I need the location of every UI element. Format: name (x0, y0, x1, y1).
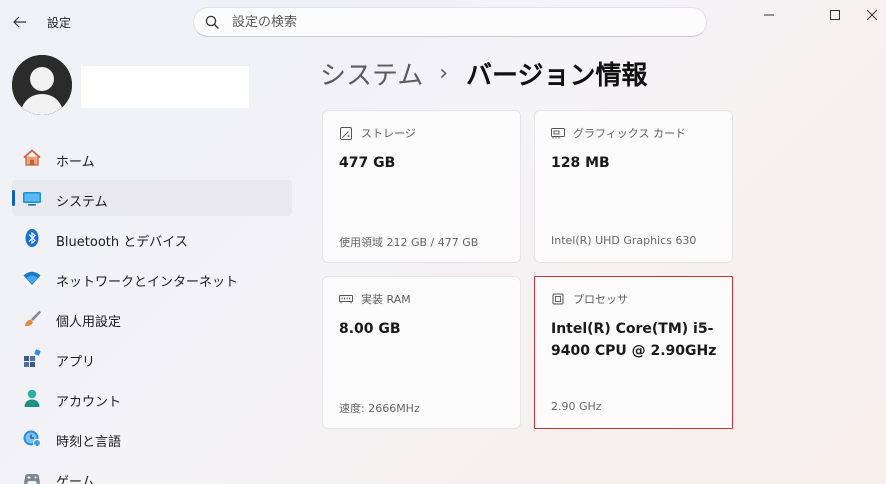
bluetooth-icon (22, 228, 42, 248)
title-bar: 設定 (0, 0, 886, 44)
sidebar-item-label: アカウント (56, 395, 122, 410)
sidebar-item-label: ネットワークとインターネット (56, 275, 239, 290)
account-icon (22, 388, 42, 408)
graphics-card-card[interactable]: グラフィックス カード 128 MB Intel(R) UHD Graphics… (534, 110, 733, 263)
ram-card[interactable]: 実装 RAM 8.00 GB 速度: 2666MHz (322, 276, 521, 429)
system-icon (22, 188, 42, 208)
card-title: 実装 RAM (361, 293, 411, 306)
card-subtext: 速度: 2666MHz (339, 402, 420, 415)
apps-icon (22, 348, 42, 368)
sidebar-item-network[interactable]: ネットワークとインターネット (12, 260, 292, 296)
ram-icon (339, 292, 353, 306)
sidebar-item-label: ゲーム (56, 475, 95, 484)
app-title: 設定 (47, 16, 72, 30)
maximize-button[interactable] (812, 0, 858, 30)
storage-icon (339, 126, 353, 140)
card-title: グラフィックス カード (573, 127, 686, 140)
breadcrumb: システム › バージョン情報 (320, 55, 648, 91)
card-title: ストレージ (361, 127, 416, 140)
sidebar-item-label: 個人用設定 (56, 315, 122, 330)
back-button[interactable] (6, 8, 34, 36)
sidebar-item-label: Bluetooth とデバイス (56, 235, 188, 250)
card-header: グラフィックス カード (551, 125, 686, 141)
card-subtext: 使用領域 212 GB / 477 GB (339, 236, 479, 249)
storage-card[interactable]: ストレージ 477 GB 使用領域 212 GB / 477 GB (322, 110, 521, 263)
search-icon (205, 15, 219, 29)
card-value: 128 MB (551, 155, 610, 171)
minimize-icon (764, 14, 774, 16)
page-title: バージョン情報 (466, 60, 648, 91)
breadcrumb-parent-link[interactable]: システム (320, 55, 423, 92)
close-button[interactable] (858, 0, 886, 30)
clock-globe-icon (22, 428, 42, 448)
home-icon (22, 148, 42, 168)
card-subtext: 2.90 GHz (551, 400, 602, 413)
sidebar-item-apps[interactable]: アプリ (12, 340, 292, 376)
processor-icon (551, 292, 565, 306)
user-silhouette-icon (12, 55, 72, 115)
sidebar-nav: ホーム システム Bluetooth とデバイス ネットワークとインターネット … (12, 140, 292, 484)
search-box[interactable] (193, 7, 707, 37)
account-name-redacted (81, 66, 249, 108)
sidebar-item-personalization[interactable]: 個人用設定 (12, 300, 292, 336)
brush-icon (22, 308, 42, 328)
back-arrow-icon (13, 16, 26, 28)
maximize-icon (830, 10, 840, 20)
card-header: プロセッサ (551, 291, 628, 307)
sidebar-item-bluetooth[interactable]: Bluetooth とデバイス (12, 220, 292, 256)
card-value: 8.00 GB (339, 321, 401, 337)
graphics-card-icon (551, 126, 565, 140)
minimize-button[interactable] (746, 0, 792, 30)
card-value: Intel(R) Core(TM) i5-9400 CPU @ 2.90GHz (551, 321, 717, 359)
sidebar-item-accounts[interactable]: アカウント (12, 380, 292, 416)
card-title: プロセッサ (573, 293, 628, 306)
sidebar-item-gaming[interactable]: ゲーム (12, 460, 292, 484)
gamepad-icon (22, 468, 42, 484)
card-header: ストレージ (339, 125, 416, 141)
sidebar-item-home[interactable]: ホーム (12, 140, 292, 176)
sidebar-item-system[interactable]: システム (12, 180, 292, 216)
sidebar-item-label: ホーム (56, 155, 95, 170)
card-header: 実装 RAM (339, 291, 411, 307)
processor-card[interactable]: プロセッサ Intel(R) Core(TM) i5-9400 CPU @ 2.… (534, 276, 733, 429)
avatar[interactable] (12, 55, 72, 115)
close-icon (867, 10, 877, 20)
search-input[interactable] (232, 12, 692, 32)
card-subtext: Intel(R) UHD Graphics 630 (551, 234, 697, 247)
sidebar-item-label: アプリ (56, 355, 96, 370)
sidebar-item-time-language[interactable]: 時刻と言語 (12, 420, 292, 456)
wifi-icon (22, 268, 42, 288)
card-value: 477 GB (339, 155, 396, 171)
sidebar-item-label: 時刻と言語 (56, 435, 122, 450)
chevron-right-icon: › (439, 60, 449, 86)
sidebar-item-label: システム (56, 195, 108, 210)
